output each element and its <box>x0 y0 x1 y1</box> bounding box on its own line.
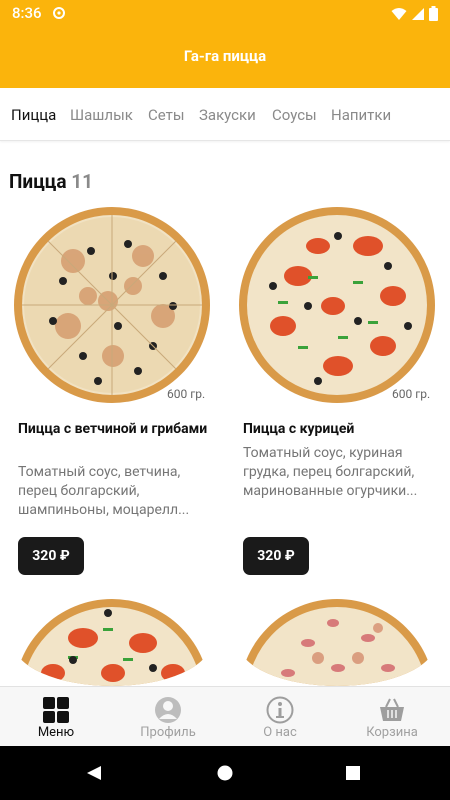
app-title: Га-га пицца <box>183 47 267 65</box>
tab-snacks[interactable]: Закуски <box>199 106 256 124</box>
product-weight: 600 гр. <box>167 387 206 401</box>
recents-icon[interactable] <box>346 766 360 780</box>
product-image[interactable] <box>238 206 436 404</box>
wifi-icon <box>391 7 407 20</box>
home-icon[interactable] <box>217 765 233 781</box>
nav-item-about[interactable]: О нас <box>224 687 336 747</box>
product-image[interactable] <box>13 598 211 686</box>
product-description: Томатный соус, ветчина, перец болгарский… <box>18 464 190 518</box>
tab-shashlik[interactable]: Шашлык <box>70 106 133 124</box>
nav-label: Корзина <box>366 725 418 740</box>
back-icon[interactable] <box>86 765 102 781</box>
system-nav-bar <box>0 746 450 800</box>
nav-label: Профиль <box>140 725 196 740</box>
nav-item-profile[interactable]: Профиль <box>112 687 224 747</box>
category-tabs: Пицца Шашлык Сеты Закуски Соусы Напитки <box>0 88 450 141</box>
nav-label: О нас <box>263 725 297 740</box>
nav-label: Меню <box>37 725 75 740</box>
status-bar: 8:36 <box>0 0 450 26</box>
bottom-nav: Меню Профиль О нас Корзина <box>0 686 450 746</box>
user-icon <box>155 697 181 723</box>
product-image[interactable] <box>13 206 211 404</box>
product-image[interactable] <box>238 598 436 686</box>
price-button[interactable]: 320 ₽ <box>243 537 309 575</box>
basket-icon <box>380 698 404 721</box>
product-weight: 600 гр. <box>392 387 431 401</box>
nav-item-menu[interactable]: Меню <box>0 687 112 747</box>
product-name: Пицца с курицей <box>243 421 355 437</box>
tab-sets[interactable]: Сеты <box>148 106 185 124</box>
section-title-text: Пицца <box>9 170 67 193</box>
status-time: 8:36 <box>12 4 42 22</box>
info-icon <box>266 696 294 724</box>
price-button[interactable]: 320 ₽ <box>18 537 84 575</box>
tab-drinks[interactable]: Напитки <box>331 106 391 124</box>
tab-sauces[interactable]: Соусы <box>272 106 317 124</box>
tab-pizza[interactable]: Пицца <box>11 106 56 124</box>
product-description: Томатный соус, куриная грудка, перец бол… <box>243 445 418 499</box>
product-name: Пицца с ветчиной и грибами <box>18 421 208 437</box>
signal-icon <box>412 7 424 20</box>
section-title: Пицца 11 <box>9 170 93 193</box>
app-bar: Га-га пицца <box>0 26 450 88</box>
battery-icon <box>429 6 438 21</box>
status-icons <box>391 6 438 21</box>
grid-icon <box>43 697 69 723</box>
nav-item-cart[interactable]: Корзина <box>336 687 448 747</box>
section-count: 11 <box>71 170 94 193</box>
data-saver-icon <box>53 7 65 19</box>
